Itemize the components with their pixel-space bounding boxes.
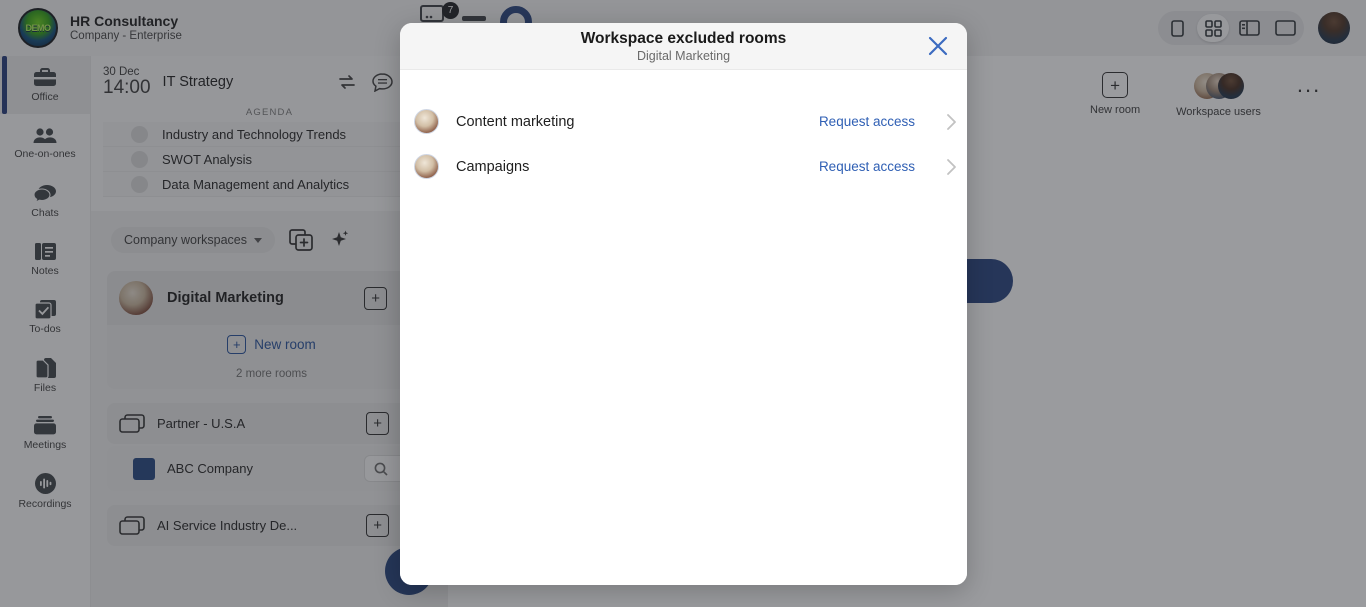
app-root: DEMO HR Consultancy Company - Enterprise… [0,0,1366,607]
request-access-link[interactable]: Request access [819,114,915,129]
room-name: Campaigns [456,158,530,175]
dialog-title: Workspace excluded rooms [580,29,787,47]
dialog-header: Workspace excluded rooms Digital Marketi… [400,23,967,70]
chevron-right-icon[interactable] [946,113,957,131]
close-icon [928,36,948,56]
chevron-right-icon[interactable] [946,158,957,176]
excluded-rooms-dialog: Workspace excluded rooms Digital Marketi… [400,23,967,585]
close-button[interactable] [923,31,953,61]
dialog-subtitle: Digital Marketing [636,48,731,63]
excluded-room-row[interactable]: Content marketing Request access [400,99,967,144]
room-avatar [414,109,439,134]
excluded-room-row[interactable]: Campaigns Request access [400,144,967,189]
request-access-link[interactable]: Request access [819,159,915,174]
dialog-body: Content marketing Request access Campaig… [400,70,967,585]
room-avatar [414,154,439,179]
room-name: Content marketing [456,113,575,130]
